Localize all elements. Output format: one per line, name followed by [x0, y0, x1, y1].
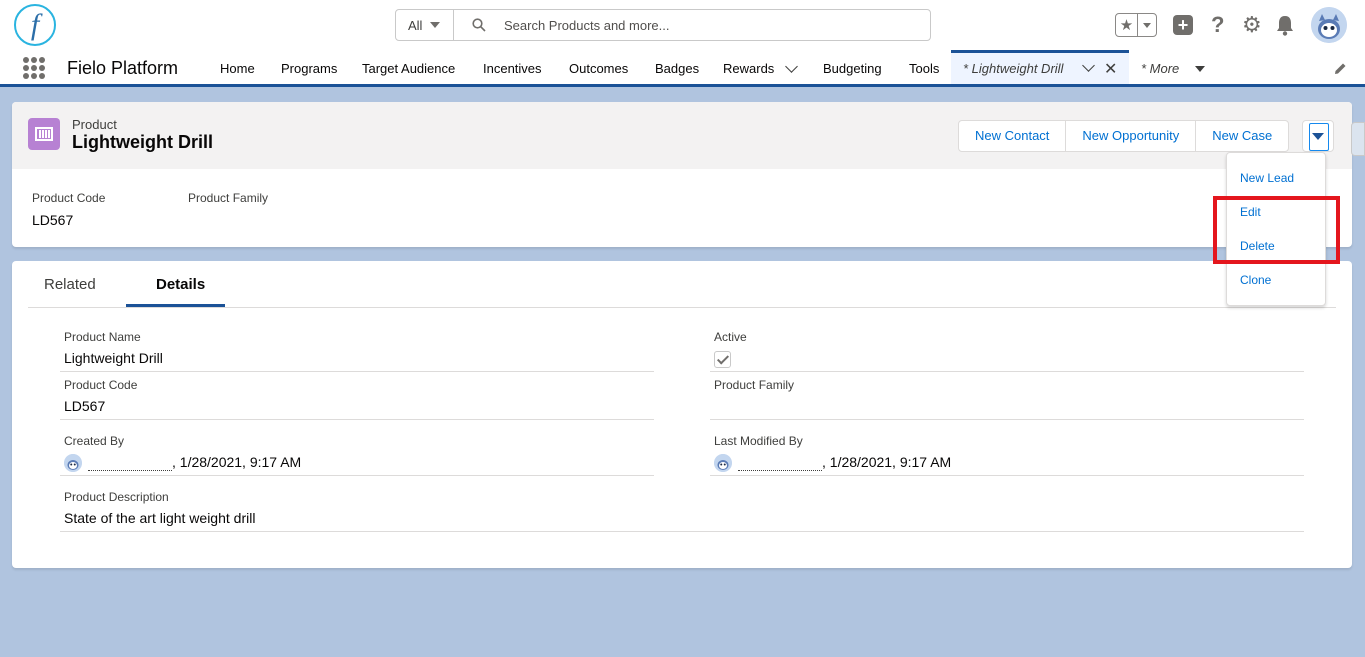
record-highlights-panel: Product Lightweight Drill New Contact Ne…: [12, 102, 1352, 247]
active-tab-indicator: [126, 304, 225, 307]
field-value-product-code: LD567: [64, 398, 106, 414]
field-label-active: Active: [714, 330, 747, 344]
nav-item-home[interactable]: Home: [220, 61, 255, 76]
tab-lightweight-drill[interactable]: * Lightweight Drill ✕: [951, 50, 1129, 84]
record-detail-card: Related Details Product Name Lightweight…: [12, 261, 1352, 568]
nav-more[interactable]: * More: [1141, 61, 1179, 76]
object-type-label: Product: [72, 117, 117, 132]
app-name: Fielo Platform: [67, 58, 179, 78]
search-scope-select[interactable]: All: [396, 10, 454, 40]
last-modified-by-user-link[interactable]: [738, 457, 822, 471]
field-value-product-name: Lightweight Drill: [64, 350, 163, 366]
field-label-created-by: Created By: [64, 434, 125, 448]
record-title: Lightweight Drill: [72, 132, 213, 152]
product-icon: [28, 118, 60, 150]
field-divider: [710, 371, 1304, 372]
tab-label: * Lightweight Drill: [963, 61, 1064, 76]
nav-item-outcomes[interactable]: Outcomes: [569, 61, 628, 76]
chevron-down-icon[interactable]: [1082, 59, 1095, 72]
chevron-down-icon: [1143, 22, 1151, 28]
close-icon[interactable]: ✕: [1104, 59, 1117, 79]
app-navigation-bar: Fielo Platform Home Programs Target Audi…: [0, 50, 1365, 87]
highlight-label-product-code: Product Code: [32, 191, 106, 205]
global-actions-plus-icon[interactable]: +: [1173, 15, 1193, 35]
user-avatar[interactable]: [1311, 7, 1347, 43]
menu-item-clone[interactable]: Clone: [1240, 273, 1271, 287]
nav-item-badges[interactable]: Badges: [655, 61, 699, 76]
more-actions-button[interactable]: [1302, 120, 1334, 152]
nav-item-target-audience[interactable]: Target Audience: [362, 61, 455, 76]
search-icon: [472, 18, 486, 32]
new-case-button[interactable]: New Case: [1196, 121, 1288, 151]
tabs-divider: [28, 307, 1336, 308]
field-divider: [710, 419, 1304, 420]
field-divider: [60, 475, 654, 476]
chevron-down-icon: [1312, 132, 1324, 140]
favorites-button-group: ★: [1115, 13, 1157, 37]
logo-letter: f: [30, 8, 40, 41]
chevron-down-icon: [430, 22, 441, 28]
notifications-bell-icon[interactable]: [1275, 14, 1295, 39]
chevron-down-icon[interactable]: [1195, 66, 1205, 72]
field-divider: [60, 419, 654, 420]
global-header: f All ★ + ? ⚙: [0, 0, 1365, 50]
app-launcher-icon[interactable]: [23, 57, 45, 79]
global-search: All: [395, 9, 931, 41]
favorites-menu-button[interactable]: [1138, 14, 1156, 36]
created-by-avatar: [64, 454, 82, 472]
nav-item-incentives[interactable]: Incentives: [483, 61, 542, 76]
nav-item-tools[interactable]: Tools: [909, 61, 939, 76]
field-label-product-code: Product Code: [64, 378, 138, 392]
field-value-product-description: State of the art light weight drill: [64, 510, 256, 526]
new-contact-button[interactable]: New Contact: [959, 121, 1067, 151]
field-label-last-modified-by: Last Modified By: [714, 434, 803, 448]
search-scope-label: All: [408, 17, 423, 33]
nav-item-rewards[interactable]: Rewards: [723, 61, 774, 76]
pencil-icon[interactable]: [1334, 62, 1347, 78]
search-input[interactable]: [504, 17, 884, 33]
record-actions: New Contact New Opportunity New Case: [958, 120, 1290, 152]
tab-related[interactable]: Related: [44, 276, 96, 293]
field-value-created-date: , 1/28/2021, 9:17 AM: [172, 454, 302, 470]
field-divider: [60, 531, 1304, 532]
active-checkbox: [714, 351, 731, 368]
new-opportunity-button[interactable]: New Opportunity: [1066, 121, 1197, 151]
nav-item-programs[interactable]: Programs: [281, 61, 337, 76]
menu-item-new-lead[interactable]: New Lead: [1240, 171, 1294, 185]
utility-panel-toggle[interactable]: [1351, 122, 1365, 156]
star-icon[interactable]: ★: [1116, 14, 1138, 36]
field-divider: [60, 371, 654, 372]
chevron-down-icon[interactable]: [785, 60, 798, 73]
annotation-highlight-box: [1213, 196, 1340, 264]
record-header: Product Lightweight Drill New Contact Ne…: [12, 102, 1352, 169]
field-divider: [710, 475, 1304, 476]
highlight-label-product-family: Product Family: [188, 191, 269, 205]
last-modified-by-avatar: [714, 454, 732, 472]
search-box: [454, 10, 930, 40]
gear-icon[interactable]: ⚙: [1242, 14, 1262, 36]
help-icon[interactable]: ?: [1211, 12, 1224, 38]
field-label-product-family: Product Family: [714, 378, 795, 392]
nav-item-budgeting[interactable]: Budgeting: [823, 61, 882, 76]
tab-details[interactable]: Details: [156, 276, 205, 293]
highlight-value-product-code: LD567: [32, 212, 74, 228]
field-label-product-description: Product Description: [64, 490, 169, 504]
fielo-logo[interactable]: f: [14, 4, 56, 46]
field-value-last-modified-date: , 1/28/2021, 9:17 AM: [822, 454, 952, 470]
field-label-product-name: Product Name: [64, 330, 141, 344]
created-by-user-link[interactable]: [88, 457, 172, 471]
